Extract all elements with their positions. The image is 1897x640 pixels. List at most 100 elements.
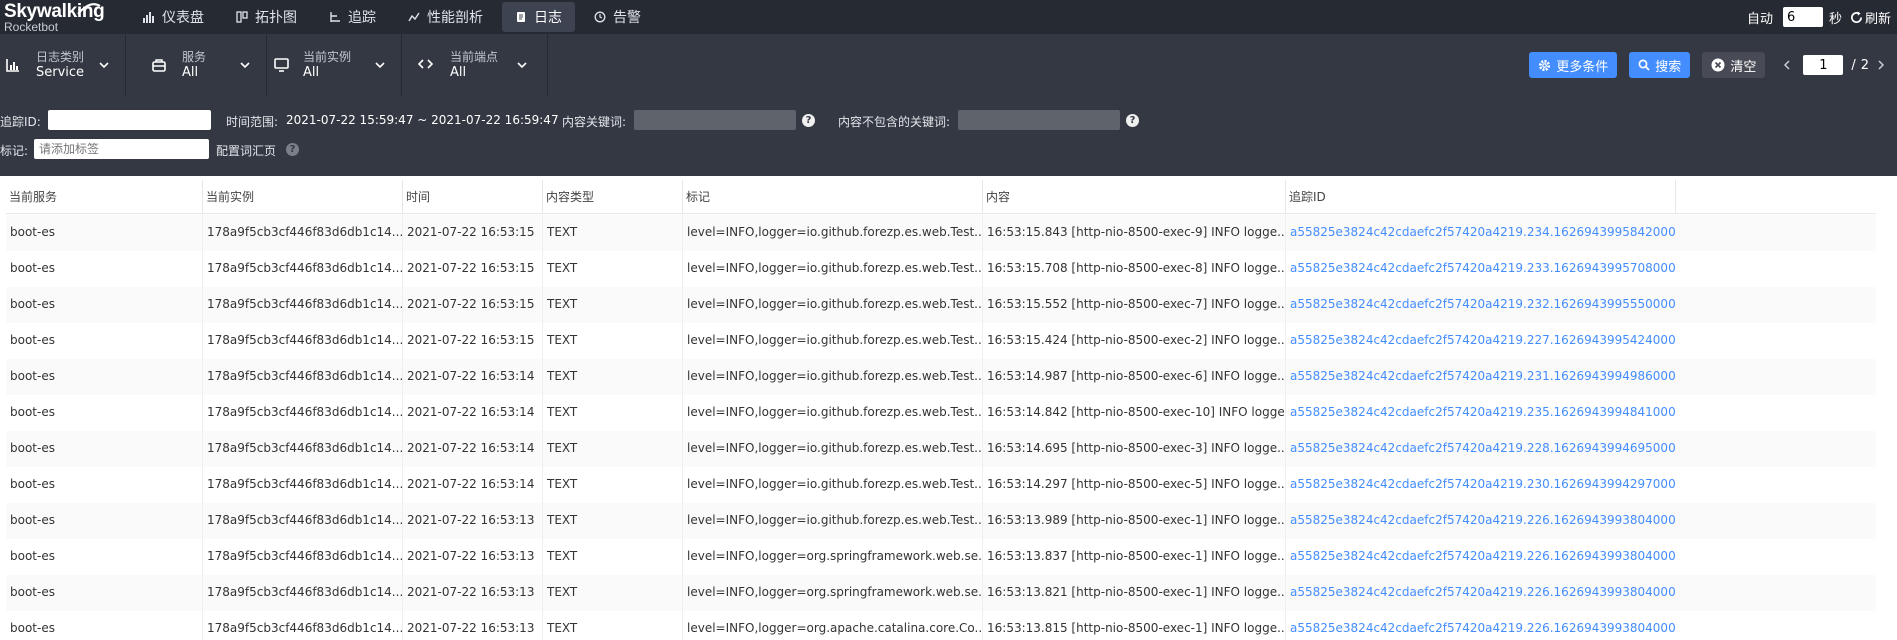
chevron-right-icon[interactable] xyxy=(1877,60,1885,70)
column-divider xyxy=(202,395,203,431)
chevron-down-icon xyxy=(517,62,527,69)
cell-trace-id[interactable]: a55825e3824c42cdaefc2f57420a4219.228.162… xyxy=(1286,431,1676,467)
cell-instance: 178a9f5cb3cf446f83d6db1c14... xyxy=(207,405,403,419)
logo[interactable]: Skywalking Rocketbot xyxy=(4,2,124,34)
table-row[interactable]: boot-es 178a9f5cb3cf446f83d6db1c14... 2021… xyxy=(6,539,1876,575)
cell-content: 16:53:13.821 [http-nio-8500-exec-1] INFO… xyxy=(987,585,1286,599)
cell-content: 16:53:15.552 [http-nio-8500-exec-7] INFO… xyxy=(987,297,1286,311)
table-row[interactable]: boot-es 178a9f5cb3cf446f83d6db1c14... 2021… xyxy=(6,287,1876,323)
cell-tags: level=INFO,logger=io.github.forezp.es.we… xyxy=(687,513,983,527)
more-conditions-button[interactable]: 更多条件 xyxy=(1529,52,1618,78)
column-divider xyxy=(982,287,983,323)
cell-content: 16:53:15.708 [http-nio-8500-exec-8] INFO… xyxy=(987,261,1286,275)
cell-content-type: TEXT xyxy=(547,441,578,455)
cell-content-type: TEXT xyxy=(547,477,578,491)
cell-trace-id[interactable]: a55825e3824c42cdaefc2f57420a4219.226.162… xyxy=(1286,503,1676,539)
help-icon[interactable]: ? xyxy=(286,143,299,156)
cell-trace-id[interactable]: a55825e3824c42cdaefc2f57420a4219.231.162… xyxy=(1286,359,1676,395)
cell-service: boot-es xyxy=(10,225,55,239)
instance-selector[interactable]: 当前实例 All xyxy=(268,34,402,96)
column-divider xyxy=(682,503,683,539)
search-button[interactable]: 搜索 xyxy=(1629,52,1691,78)
column-divider xyxy=(542,251,543,287)
column-divider xyxy=(202,323,203,359)
help-icon[interactable]: ? xyxy=(802,114,815,127)
cell-content: 16:53:14.297 [http-nio-8500-exec-5] INFO… xyxy=(987,477,1286,491)
nav-alarm[interactable]: 告警 xyxy=(581,2,654,32)
column-divider xyxy=(402,431,403,467)
selector-value: Service xyxy=(36,65,85,80)
column-divider xyxy=(202,611,203,640)
cell-trace-id[interactable]: a55825e3824c42cdaefc2f57420a4219.227.162… xyxy=(1286,323,1676,359)
cell-content-type: TEXT xyxy=(547,333,578,347)
cell-content-type: TEXT xyxy=(547,585,578,599)
cell-trace-id[interactable]: a55825e3824c42cdaefc2f57420a4219.226.162… xyxy=(1286,611,1676,640)
service-selector[interactable]: 服务 All xyxy=(145,34,267,96)
chevron-down-icon xyxy=(240,62,250,69)
log-category-selector[interactable]: 日志类别 Service xyxy=(0,34,126,96)
table-row[interactable]: boot-es 178a9f5cb3cf446f83d6db1c14... 2021… xyxy=(6,395,1876,431)
table-row[interactable]: boot-es 178a9f5cb3cf446f83d6db1c14... 2021… xyxy=(6,323,1876,359)
cell-trace-id[interactable]: a55825e3824c42cdaefc2f57420a4219.230.162… xyxy=(1286,467,1676,503)
clear-button[interactable]: 清空 xyxy=(1702,52,1766,78)
table-row[interactable]: boot-es 178a9f5cb3cf446f83d6db1c14... 2021… xyxy=(6,215,1876,251)
column-divider xyxy=(402,467,403,503)
nav-dashboard[interactable]: 仪表盘 xyxy=(130,2,217,32)
table-row[interactable]: boot-es 178a9f5cb3cf446f83d6db1c14... 2021… xyxy=(6,431,1876,467)
chevron-left-icon[interactable] xyxy=(1783,60,1791,70)
auto-refresh-controls: 自动 秒 刷新 xyxy=(1747,0,1897,34)
page-separator: / xyxy=(1851,57,1856,73)
table-header: 当前服务 当前实例 时间 内容类型 标记 内容 追踪ID xyxy=(6,180,1876,214)
cell-trace-id[interactable]: a55825e3824c42cdaefc2f57420a4219.234.162… xyxy=(1286,215,1676,251)
table-row[interactable]: boot-es 178a9f5cb3cf446f83d6db1c14... 2021… xyxy=(6,467,1876,503)
table-row[interactable]: boot-es 178a9f5cb3cf446f83d6db1c14... 2021… xyxy=(6,611,1876,640)
cell-time: 2021-07-22 16:53:14 xyxy=(407,477,535,491)
trace-id-input[interactable] xyxy=(48,110,211,130)
endpoint-selector[interactable]: 当前端点 All xyxy=(403,34,548,96)
column-divider xyxy=(202,575,203,611)
column-divider xyxy=(542,467,543,503)
tags-input[interactable] xyxy=(34,139,209,159)
nav-profile[interactable]: 性能剖析 xyxy=(395,2,496,32)
nav-trace[interactable]: 追踪 xyxy=(316,2,389,32)
column-header-instance: 当前实例 xyxy=(203,180,403,214)
table-row[interactable]: boot-es 178a9f5cb3cf446f83d6db1c14... 2021… xyxy=(6,503,1876,539)
cell-instance: 178a9f5cb3cf446f83d6db1c14... xyxy=(207,477,403,491)
nav-log[interactable]: 日志 xyxy=(502,2,575,32)
column-divider xyxy=(542,431,543,467)
column-divider xyxy=(982,215,983,251)
nav-label: 日志 xyxy=(534,10,562,26)
help-icon[interactable]: ? xyxy=(1126,114,1139,127)
content-keyword-input[interactable] xyxy=(634,110,796,130)
nav-topology[interactable]: 拓扑图 xyxy=(223,2,310,32)
table-row[interactable]: boot-es 178a9f5cb3cf446f83d6db1c14... 2021… xyxy=(6,359,1876,395)
column-divider xyxy=(1285,611,1286,640)
logo-brand: Skywalking xyxy=(4,1,105,22)
column-divider xyxy=(982,503,983,539)
exclude-keyword-input[interactable] xyxy=(958,110,1120,130)
column-divider xyxy=(982,611,983,640)
column-divider xyxy=(1285,539,1286,575)
page-input[interactable] xyxy=(1803,55,1844,75)
column-divider xyxy=(982,323,983,359)
cell-trace-id[interactable]: a55825e3824c42cdaefc2f57420a4219.235.162… xyxy=(1286,395,1676,431)
cell-trace-id[interactable]: a55825e3824c42cdaefc2f57420a4219.226.162… xyxy=(1286,539,1676,575)
column-divider xyxy=(402,611,403,640)
column-divider xyxy=(402,503,403,539)
time-range-value[interactable]: 2021-07-22 15:59:47 ~ 2021-07-22 16:59:4… xyxy=(286,113,559,127)
table-row[interactable]: boot-es 178a9f5cb3cf446f83d6db1c14... 2021… xyxy=(6,251,1876,287)
refresh-button[interactable]: 刷新 xyxy=(1850,8,1891,27)
selector-label: 日志类别 xyxy=(36,50,85,64)
cell-trace-id[interactable]: a55825e3824c42cdaefc2f57420a4219.232.162… xyxy=(1286,287,1676,323)
cell-trace-id[interactable]: a55825e3824c42cdaefc2f57420a4219.226.162… xyxy=(1286,575,1676,611)
cell-instance: 178a9f5cb3cf446f83d6db1c14... xyxy=(207,585,403,599)
column-divider xyxy=(202,503,203,539)
column-divider xyxy=(682,431,683,467)
auto-interval-input[interactable] xyxy=(1782,7,1823,27)
column-divider xyxy=(982,251,983,287)
cell-trace-id[interactable]: a55825e3824c42cdaefc2f57420a4219.233.162… xyxy=(1286,251,1676,287)
table-row[interactable]: boot-es 178a9f5cb3cf446f83d6db1c14... 2021… xyxy=(6,575,1876,611)
more-conditions-label: 更多条件 xyxy=(1556,59,1609,75)
column-divider xyxy=(1285,287,1286,323)
vocab-link[interactable]: 配置词汇页 xyxy=(216,142,276,159)
